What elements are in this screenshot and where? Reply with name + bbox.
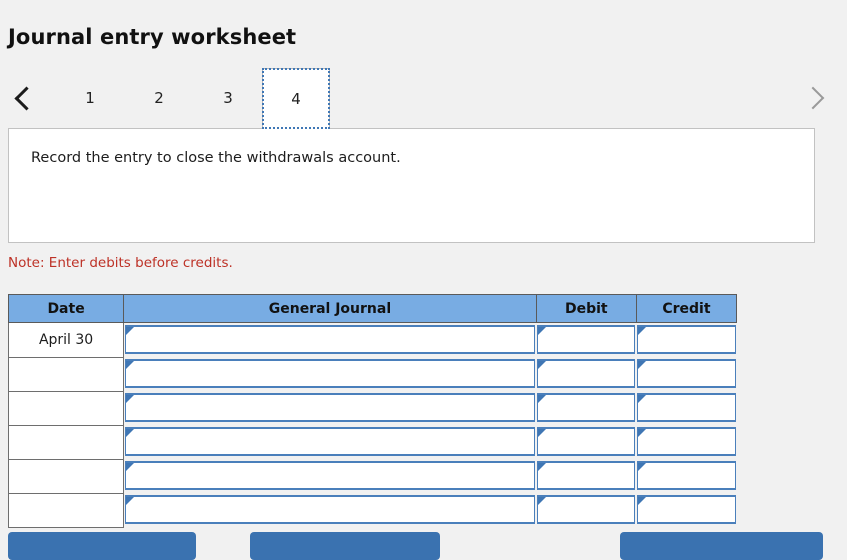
- date-cell[interactable]: [7, 357, 125, 392]
- debit-cell[interactable]: [536, 425, 636, 459]
- general-journal-input[interactable]: [125, 394, 536, 421]
- column-header-date: Date: [7, 294, 125, 323]
- debit-input[interactable]: [537, 326, 636, 353]
- worksheet-tab-1-label: 1: [85, 89, 95, 107]
- date-cell[interactable]: April 30: [7, 322, 125, 358]
- debits-before-credits-note: Note: Enter debits before credits.: [8, 255, 233, 271]
- table-header-row: Date General Journal Debit Credit: [7, 294, 738, 323]
- debit-cell[interactable]: [536, 493, 636, 527]
- worksheet-tab-1[interactable]: 1: [56, 68, 124, 128]
- column-header-general-journal: General Journal: [123, 294, 537, 323]
- credit-input[interactable]: [637, 326, 736, 353]
- instruction-panel: Record the entry to close the withdrawal…: [8, 128, 815, 243]
- worksheet-tab-4-label: 4: [291, 90, 301, 108]
- general-journal-input[interactable]: [125, 428, 536, 455]
- table-row: [7, 425, 737, 460]
- clear-entry-button[interactable]: [250, 532, 440, 560]
- table-row: [7, 391, 737, 426]
- general-journal-input[interactable]: [125, 360, 536, 387]
- credit-cell[interactable]: [636, 391, 736, 425]
- credit-input[interactable]: [637, 394, 736, 421]
- credit-input[interactable]: [637, 428, 736, 455]
- debit-input[interactable]: [537, 394, 636, 421]
- date-cell[interactable]: [7, 425, 125, 460]
- previous-page-button[interactable]: [4, 68, 44, 128]
- table-row: [7, 493, 737, 528]
- column-header-debit: Debit: [535, 294, 637, 323]
- debit-input[interactable]: [537, 496, 636, 523]
- worksheet-tab-3-label: 3: [223, 89, 233, 107]
- credit-cell[interactable]: [636, 493, 736, 527]
- journal-entry-worksheet-page: Journal entry worksheet 1 2 3 4 Record t…: [0, 0, 847, 560]
- date-cell[interactable]: [7, 459, 125, 494]
- instruction-text: Record the entry to close the withdrawal…: [31, 150, 401, 166]
- worksheet-tab-2[interactable]: 2: [125, 68, 193, 128]
- credit-input[interactable]: [637, 462, 736, 489]
- credit-input[interactable]: [637, 360, 736, 387]
- general-journal-input[interactable]: [125, 326, 536, 353]
- general-journal-cell[interactable]: [124, 357, 537, 391]
- table-row: April 30: [7, 322, 737, 358]
- debit-cell[interactable]: [536, 323, 636, 358]
- credit-cell[interactable]: [636, 425, 736, 459]
- worksheet-tab-3[interactable]: 3: [194, 68, 262, 128]
- date-cell[interactable]: [7, 493, 125, 528]
- debit-cell[interactable]: [536, 357, 636, 391]
- general-journal-cell[interactable]: [124, 323, 537, 358]
- column-header-credit: Credit: [635, 294, 738, 323]
- debit-cell[interactable]: [536, 459, 636, 493]
- debit-cell[interactable]: [536, 391, 636, 425]
- next-page-button[interactable]: [795, 68, 835, 128]
- credit-cell[interactable]: [636, 357, 736, 391]
- view-general-journal-button[interactable]: [620, 532, 823, 560]
- credit-input[interactable]: [637, 496, 736, 523]
- credit-cell[interactable]: [636, 323, 736, 358]
- page-title: Journal entry worksheet: [8, 25, 297, 49]
- date-cell[interactable]: [7, 391, 125, 426]
- general-journal-cell[interactable]: [124, 391, 537, 425]
- credit-cell[interactable]: [636, 459, 736, 493]
- chevron-right-icon: [801, 86, 824, 110]
- general-journal-cell[interactable]: [124, 425, 537, 459]
- general-journal-input[interactable]: [125, 462, 536, 489]
- general-journal-cell[interactable]: [124, 459, 537, 493]
- chevron-left-icon: [14, 85, 39, 111]
- table-row: [7, 459, 737, 494]
- debit-input[interactable]: [537, 360, 636, 387]
- worksheet-pager: 1 2 3 4: [0, 68, 847, 129]
- general-journal-cell[interactable]: [124, 493, 537, 527]
- worksheet-tab-2-label: 2: [154, 89, 164, 107]
- worksheet-tab-4[interactable]: 4: [262, 68, 330, 129]
- record-entry-button[interactable]: [8, 532, 196, 560]
- general-journal-input[interactable]: [125, 496, 536, 523]
- debit-input[interactable]: [537, 462, 636, 489]
- table-row: [7, 357, 737, 392]
- debit-input[interactable]: [537, 428, 636, 455]
- journal-entry-table: Date General Journal Debit Credit April …: [7, 294, 738, 528]
